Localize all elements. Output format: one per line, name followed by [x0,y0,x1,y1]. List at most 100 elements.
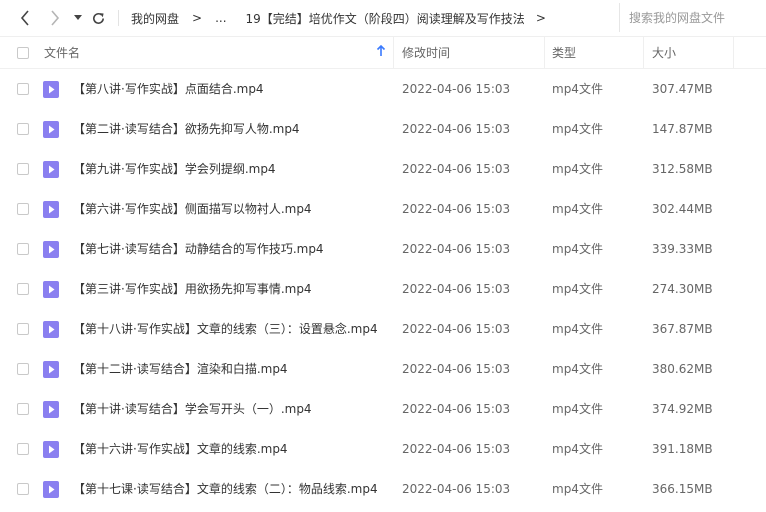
video-file-icon [43,361,59,378]
column-header-size[interactable]: 大小 [652,37,676,68]
row-checkbox[interactable] [17,83,29,95]
file-size: 147.87MB [652,122,713,136]
table-row[interactable]: 【第八讲·写作实战】点面结合.mp4 2022-04-06 15:03 mp4文件 3… [0,69,766,109]
file-modified-time: 2022-04-06 15:03 [402,402,511,416]
breadcrumb-ellipsis[interactable]: ... [215,11,226,25]
file-name[interactable]: 【第十七课·读写结合】文章的线索（二）：物品线索.mp4 [73,469,378,509]
video-file-icon [43,281,59,298]
file-size: 391.18MB [652,442,713,456]
video-file-icon [43,241,59,258]
file-modified-time: 2022-04-06 15:03 [402,122,511,136]
breadcrumb-separator: > [192,11,203,25]
table-row[interactable]: 【第六讲·写作实战】侧面描写以物衬人.mp4 2022-04-06 15:03 mp… [0,189,766,229]
column-header-modified[interactable]: 修改时间 [402,37,450,68]
table-row[interactable]: 【第七讲·读写结合】动静结合的写作技巧.mp4 2022-04-06 15:03 m… [0,229,766,269]
file-size: 374.92MB [652,402,713,416]
video-file-icon [43,441,59,458]
column-divider[interactable] [733,37,734,68]
file-size: 339.33MB [652,242,713,256]
file-type: mp4文件 [552,202,603,216]
file-type: mp4文件 [552,362,603,376]
file-name[interactable]: 【第二讲·读写结合】欲扬先抑写人物.mp4 [73,109,300,149]
breadcrumb: 我的网盘 > ... 19【完结】培优作文（阶段四）阅读理解及写作技法 > [118,0,546,36]
file-name[interactable]: 【第六讲·写作实战】侧面描写以物衬人.mp4 [73,189,312,229]
row-checkbox[interactable] [17,443,29,455]
row-checkbox[interactable] [17,163,29,175]
file-size: 367.87MB [652,322,713,336]
select-all-cell [17,37,29,68]
file-type: mp4文件 [552,442,603,456]
table-row[interactable]: 【第十八讲·写作实战】文章的线索（三）：设置悬念.mp4 2022-04-06 1… [0,309,766,349]
select-all-checkbox[interactable] [17,46,29,59]
breadcrumb-root[interactable]: 我的网盘 [131,10,179,27]
row-checkbox[interactable] [17,203,29,215]
video-file-icon [43,321,59,338]
table-row[interactable]: 【第十二讲·读写结合】渲染和白描.mp4 2022-04-06 15:03 mp4文… [0,349,766,389]
row-checkbox[interactable] [17,363,29,375]
file-type: mp4文件 [552,482,603,496]
table-row[interactable]: 【第十六讲·写作实战】文章的线索.mp4 2022-04-06 15:03 mp4文… [0,429,766,469]
chevron-right-icon[interactable] [46,8,64,28]
file-type: mp4文件 [552,82,603,96]
column-divider[interactable] [643,37,644,68]
video-file-icon [43,161,59,178]
row-checkbox[interactable] [17,323,29,335]
file-modified-time: 2022-04-06 15:03 [402,322,511,336]
file-size: 274.30MB [652,282,713,296]
file-name[interactable]: 【第八讲·写作实战】点面结合.mp4 [73,69,264,109]
table-row[interactable]: 【第三讲·写作实战】用欲扬先抑写事情.mp4 2022-04-06 15:03 mp… [0,269,766,309]
file-modified-time: 2022-04-06 15:03 [402,482,511,496]
file-modified-time: 2022-04-06 15:03 [402,202,511,216]
table-row[interactable]: 【第十七课·读写结合】文章的线索（二）：物品线索.mp4 2022-04-06 1… [0,469,766,509]
file-name[interactable]: 【第七讲·读写结合】动静结合的写作技巧.mp4 [73,229,324,269]
column-header-name[interactable]: 文件名 [44,37,80,68]
table-row[interactable]: 【第九讲·写作实战】学会列提纲.mp4 2022-04-06 15:03 mp4文件… [0,149,766,189]
navigation-bar: 我的网盘 > ... 19【完结】培优作文（阶段四）阅读理解及写作技法 > [0,0,766,36]
row-checkbox[interactable] [17,483,29,495]
video-file-icon [43,81,59,98]
file-size: 302.44MB [652,202,713,216]
row-checkbox[interactable] [17,283,29,295]
file-size: 366.15MB [652,482,713,496]
caret-down-icon[interactable] [72,8,84,28]
row-checkbox[interactable] [17,403,29,415]
file-modified-time: 2022-04-06 15:03 [402,362,511,376]
file-modified-time: 2022-04-06 15:03 [402,442,511,456]
file-type: mp4文件 [552,282,603,296]
search-input[interactable] [620,9,761,26]
row-checkbox[interactable] [17,123,29,135]
table-row[interactable]: 【第二讲·读写结合】欲扬先抑写人物.mp4 2022-04-06 15:03 mp4… [0,109,766,149]
file-modified-time: 2022-04-06 15:03 [402,82,511,96]
video-file-icon [43,201,59,218]
refresh-icon[interactable] [89,8,107,28]
divider [118,10,119,26]
file-type: mp4文件 [552,122,603,136]
file-type: mp4文件 [552,402,603,416]
breadcrumb-current-folder[interactable]: 19【完结】培优作文（阶段四）阅读理解及写作技法 [246,10,525,27]
column-divider[interactable] [544,37,545,68]
file-type: mp4文件 [552,322,603,336]
file-type: mp4文件 [552,242,603,256]
chevron-left-icon[interactable] [16,8,34,28]
file-name[interactable]: 【第十讲·读写结合】学会写开头（一）.mp4 [73,389,312,429]
table-header: 文件名 修改时间 类型 大小 [0,37,766,69]
file-name[interactable]: 【第九讲·写作实战】学会列提纲.mp4 [73,149,276,189]
file-size: 312.58MB [652,162,713,176]
file-name[interactable]: 【第十二讲·读写结合】渲染和白描.mp4 [73,349,288,389]
file-name[interactable]: 【第十八讲·写作实战】文章的线索（三）：设置悬念.mp4 [73,309,378,349]
file-name[interactable]: 【第十六讲·写作实战】文章的线索.mp4 [73,429,288,469]
file-type: mp4文件 [552,162,603,176]
video-file-icon [43,121,59,138]
file-modified-time: 2022-04-06 15:03 [402,282,511,296]
row-checkbox[interactable] [17,243,29,255]
arrow-up-icon[interactable] [376,44,386,60]
file-modified-time: 2022-04-06 15:03 [402,162,511,176]
column-header-type[interactable]: 类型 [552,37,576,68]
column-divider[interactable] [393,37,394,68]
video-file-icon [43,481,59,498]
file-size: 307.47MB [652,82,713,96]
table-row[interactable]: 【第十讲·读写结合】学会写开头（一）.mp4 2022-04-06 15:03 mp… [0,389,766,429]
file-name[interactable]: 【第三讲·写作实战】用欲扬先抑写事情.mp4 [73,269,312,309]
video-file-icon [43,401,59,418]
search-box [619,3,766,32]
